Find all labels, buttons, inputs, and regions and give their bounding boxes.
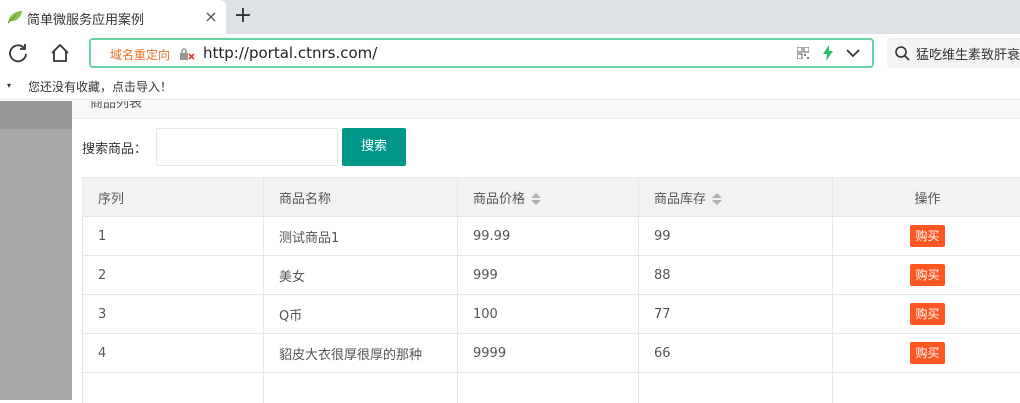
url-text[interactable]: http://portal.ctnrs.com/ [203,44,377,62]
table-header-row: 序列 商品名称 商品价格 商品库存 操作 [83,178,1020,217]
cell-stock: 88 [639,256,833,295]
sort-icon[interactable] [531,193,541,205]
cell-price: 100 [458,295,639,334]
modal-backdrop [0,101,72,400]
product-modal: 商品列表 搜索商品： 搜索 序列 商品名称 商品价格 商品库存 操作 1 [72,101,1020,400]
browser-toolbar: 域名重定向 http://portal.ctnrs.com/ 猛吃维生素致肝衰 [0,34,1020,72]
cell-action: 购买 [833,334,1020,373]
tab-active[interactable]: 简单微服务应用案例 × [0,0,226,34]
sort-icon[interactable] [712,193,722,205]
cell-name: 貂皮大衣很厚很厚的那种 [264,334,458,373]
buy-button[interactable]: 购买 [910,303,944,325]
address-bar[interactable]: 域名重定向 http://portal.ctnrs.com/ [89,38,874,68]
tab-title: 简单微服务应用案例 [27,9,144,28]
home-icon[interactable] [49,42,71,64]
cell-index: 1 [83,217,264,256]
table-row: 2 美女 999 88 购买 [83,256,1020,295]
cell-price: 999 [458,256,639,295]
cell-price: 99.99 [458,217,639,256]
cell-stock: 77 [639,295,833,334]
modal-header: 商品列表 [72,101,1020,119]
table-row: 3 Q币 100 77 购买 [83,295,1020,334]
page-content: 商品列表 搜索商品： 搜索 序列 商品名称 商品价格 商品库存 操作 1 [0,101,1020,400]
cell-action: 购买 [833,295,1020,334]
cell-action: 购买 [833,256,1020,295]
col-header-price[interactable]: 商品价格 [458,178,639,217]
blocked-lock-icon[interactable] [179,47,195,61]
table-row: 1 测试商品1 99.99 99 购买 [83,217,1020,256]
product-search-input[interactable] [156,128,338,166]
buy-button[interactable]: 购买 [910,225,944,247]
product-table: 序列 商品名称 商品价格 商品库存 操作 1 测试商品1 99.99 99 购买… [82,177,1020,403]
cell-index: 2 [83,256,264,295]
modal-title: 商品列表 [90,101,142,111]
leaf-favicon-icon [7,10,23,24]
buy-button[interactable]: 购买 [910,342,944,364]
cell-stock: 99 [639,217,833,256]
col-header-stock[interactable]: 商品库存 [639,178,833,217]
col-header-name: 商品名称 [264,178,458,217]
col-header-index: 序列 [83,178,264,217]
bookmark-import-hint[interactable]: 您还没有收藏，点击导入！ [28,78,172,95]
table-row: 4 貂皮大衣很厚很厚的那种 9999 66 购买 [83,334,1020,373]
new-tab-button[interactable]: + [232,3,254,29]
cell-name: 美女 [264,256,458,295]
redirect-badge[interactable]: 域名重定向 [110,46,170,63]
table-empty-row [83,373,1020,403]
bookmark-arrow-icon[interactable]: ▾ [7,81,11,90]
cell-price: 9999 [458,334,639,373]
tab-bar: 简单微服务应用案例 × + [0,0,1020,34]
cell-index: 3 [83,295,264,334]
reload-icon[interactable] [7,42,29,64]
col-header-action: 操作 [833,178,1020,217]
bookmark-bar: ▾ 您还没有收藏，点击导入！ [0,72,1020,100]
cell-index: 4 [83,334,264,373]
cell-stock: 66 [639,334,833,373]
browser-search-text: 猛吃维生素致肝衰 [916,44,1020,63]
buy-button[interactable]: 购买 [910,264,944,286]
cell-action: 购买 [833,217,1020,256]
search-label: 搜索商品： [82,138,147,157]
search-icon [894,45,910,61]
cell-name: 测试商品1 [264,217,458,256]
backdrop-header-band [0,101,72,129]
chevron-down-icon[interactable] [846,48,860,58]
bolt-icon[interactable] [822,45,834,61]
browser-search-box[interactable]: 猛吃维生素致肝衰 [887,38,1020,68]
cell-name: Q币 [264,295,458,334]
search-button[interactable]: 搜索 [342,128,406,166]
tab-close-icon[interactable]: × [203,7,219,26]
qr-code-icon[interactable] [797,47,809,59]
